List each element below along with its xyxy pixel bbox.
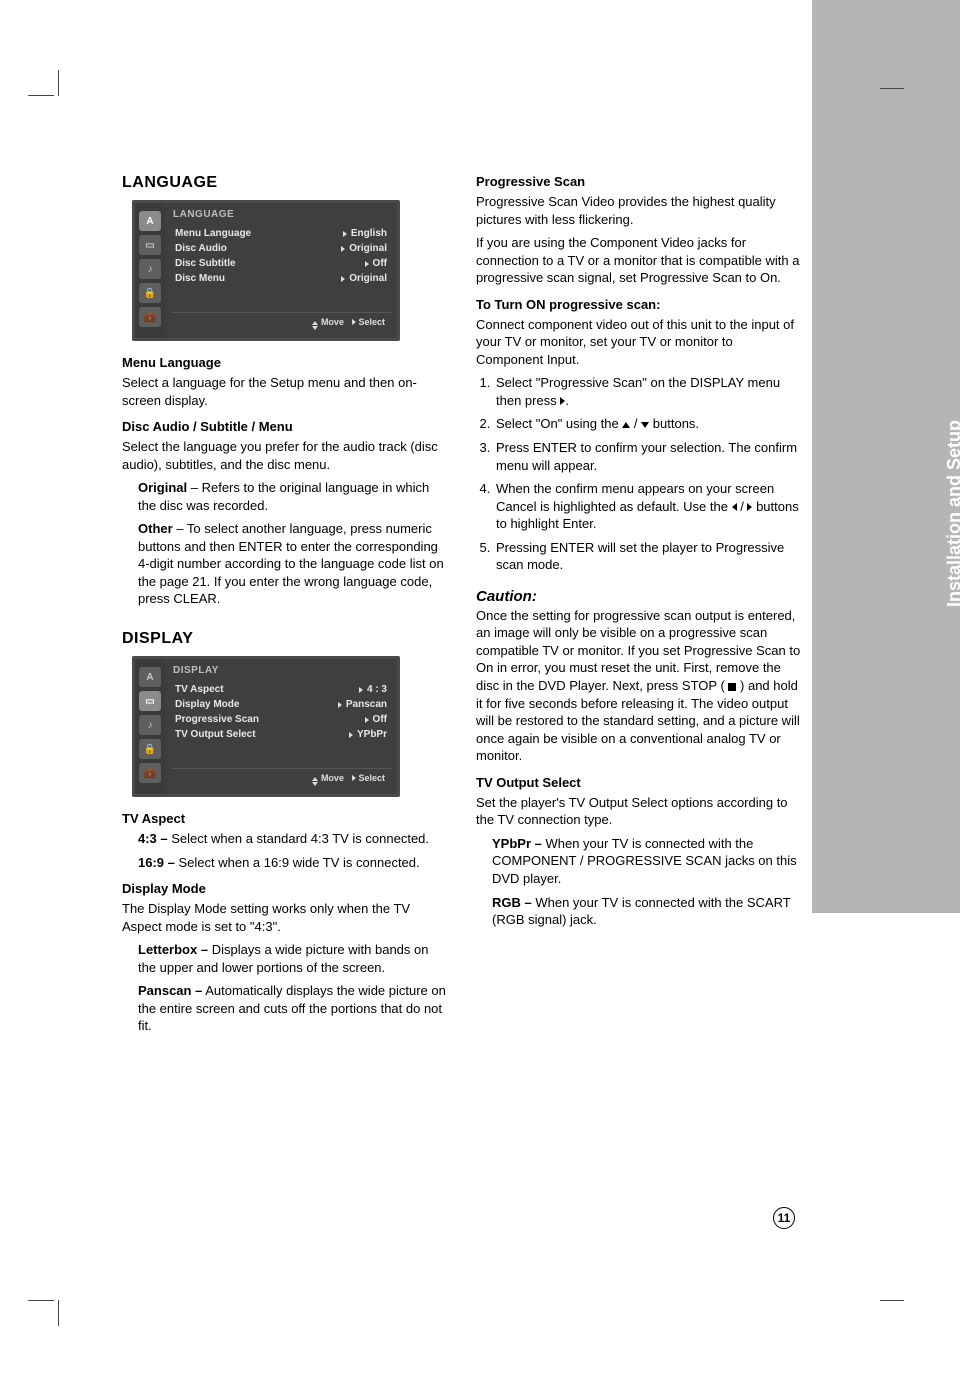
tv-aspect-heading: TV Aspect: [122, 811, 448, 826]
right-column: Progressive Scan Progressive Scan Video …: [476, 174, 802, 1041]
body-text: Select a language for the Setup menu and…: [122, 374, 448, 409]
menu-row: TV Output SelectYPbPr: [171, 727, 391, 742]
language-tab-icon: A: [139, 211, 161, 231]
ypbpr-def: YPbPr – When your TV is connected with t…: [492, 835, 802, 888]
language-heading: LANGUAGE: [122, 174, 448, 192]
left-column: LANGUAGE A ▭ ♪ 🔒 💼 LANGUAGE Menu Languag…: [122, 174, 448, 1041]
up-icon: [622, 422, 630, 428]
other-def: Other – To select another language, pres…: [138, 520, 448, 608]
menu-row: Display ModePanscan: [171, 697, 391, 712]
panscan-def: Panscan – Automatically displays the wid…: [138, 982, 448, 1035]
crop-mark-icon: [28, 70, 59, 96]
menu-title: DISPLAY: [173, 665, 391, 676]
others-tab-icon: 💼: [139, 763, 161, 783]
progressive-scan-steps: Select "Progressive Scan" on the DISPLAY…: [494, 374, 802, 573]
caution-heading: Caution:: [476, 588, 802, 605]
arrow-right-icon: [352, 319, 356, 325]
menu-row: Disc SubtitleOff: [171, 256, 391, 271]
display-heading: DISPLAY: [122, 630, 448, 648]
menu-footer: Move Select: [171, 312, 391, 334]
language-menu-screenshot: A ▭ ♪ 🔒 💼 LANGUAGE Menu LanguageEnglish …: [132, 200, 400, 341]
stop-icon: [728, 683, 736, 691]
step-item: Press ENTER to confirm your selection. T…: [494, 439, 802, 474]
letterbox-def: Letterbox – Displays a wide picture with…: [138, 941, 448, 976]
language-tab-icon: A: [139, 667, 161, 687]
step-item: Select "On" using the / buttons.: [494, 415, 802, 433]
progressive-scan-heading: Progressive Scan: [476, 174, 802, 189]
section-tab-label: Installation and Setup: [944, 420, 960, 607]
page-number: 11: [773, 1207, 795, 1229]
body-text: If you are using the Component Video jac…: [476, 234, 802, 287]
body-text: Set the player's TV Output Select option…: [476, 794, 802, 829]
body-text: Select the language you prefer for the a…: [122, 438, 448, 473]
menu-row: TV Aspect4 : 3: [171, 682, 391, 697]
arrow-right-icon: [341, 276, 345, 282]
arrow-right-icon: [341, 246, 345, 252]
display-tab-icon: ▭: [139, 691, 161, 711]
right-icon: [747, 503, 752, 511]
updown-icon: [312, 321, 318, 330]
menu-language-heading: Menu Language: [122, 355, 448, 370]
updown-icon: [312, 777, 318, 786]
body-text: Once the setting for progressive scan ou…: [476, 607, 802, 765]
display-mode-heading: Display Mode: [122, 881, 448, 896]
tv-aspect-169: 16:9 – Select when a 16:9 wide TV is con…: [138, 854, 448, 872]
menu-iconcol: A ▭ ♪ 🔒 💼: [135, 659, 165, 794]
others-tab-icon: 💼: [139, 307, 161, 327]
arrow-right-icon: [349, 732, 353, 738]
body-text: Connect component video out of this unit…: [476, 316, 802, 369]
arrow-right-icon: [365, 261, 369, 267]
original-def: Original – Refers to the original langua…: [138, 479, 448, 514]
audio-tab-icon: ♪: [139, 259, 161, 279]
crop-mark-icon: [880, 1300, 904, 1301]
lock-tab-icon: 🔒: [139, 283, 161, 303]
menu-iconcol: A ▭ ♪ 🔒 💼: [135, 203, 165, 338]
step-item: Pressing ENTER will set the player to Pr…: [494, 539, 802, 574]
menu-row: Disc AudioOriginal: [171, 241, 391, 256]
disc-audio-heading: Disc Audio / Subtitle / Menu: [122, 419, 448, 434]
arrow-right-icon: [352, 775, 356, 781]
display-tab-icon: ▭: [139, 235, 161, 255]
crop-mark-icon: [28, 1300, 59, 1326]
step-item: Select "Progressive Scan" on the DISPLAY…: [494, 374, 802, 409]
step-item: When the confirm menu appears on your sc…: [494, 480, 802, 533]
audio-tab-icon: ♪: [139, 715, 161, 735]
menu-row: Disc MenuOriginal: [171, 271, 391, 286]
rgb-def: RGB – When your TV is connected with the…: [492, 894, 802, 929]
turn-on-ps-heading: To Turn ON progressive scan:: [476, 297, 802, 312]
arrow-right-icon: [338, 702, 342, 708]
menu-title: LANGUAGE: [173, 209, 391, 220]
display-menu-screenshot: A ▭ ♪ 🔒 💼 DISPLAY TV Aspect4 : 3 Display…: [132, 656, 400, 797]
menu-row: Menu LanguageEnglish: [171, 226, 391, 241]
left-icon: [732, 503, 737, 511]
menu-row: Progressive ScanOff: [171, 712, 391, 727]
menu-footer: Move Select: [171, 768, 391, 790]
lock-tab-icon: 🔒: [139, 739, 161, 759]
arrow-right-icon: [343, 231, 347, 237]
tv-aspect-43: 4:3 – Select when a standard 4:3 TV is c…: [138, 830, 448, 848]
arrow-right-icon: [359, 687, 363, 693]
crop-mark-icon: [880, 88, 904, 89]
section-tab-sidebar: Installation and Setup: [812, 0, 960, 913]
down-icon: [641, 422, 649, 428]
arrow-right-icon: [365, 717, 369, 723]
tv-output-heading: TV Output Select: [476, 775, 802, 790]
body-text: Progressive Scan Video provides the high…: [476, 193, 802, 228]
body-text: The Display Mode setting works only when…: [122, 900, 448, 935]
